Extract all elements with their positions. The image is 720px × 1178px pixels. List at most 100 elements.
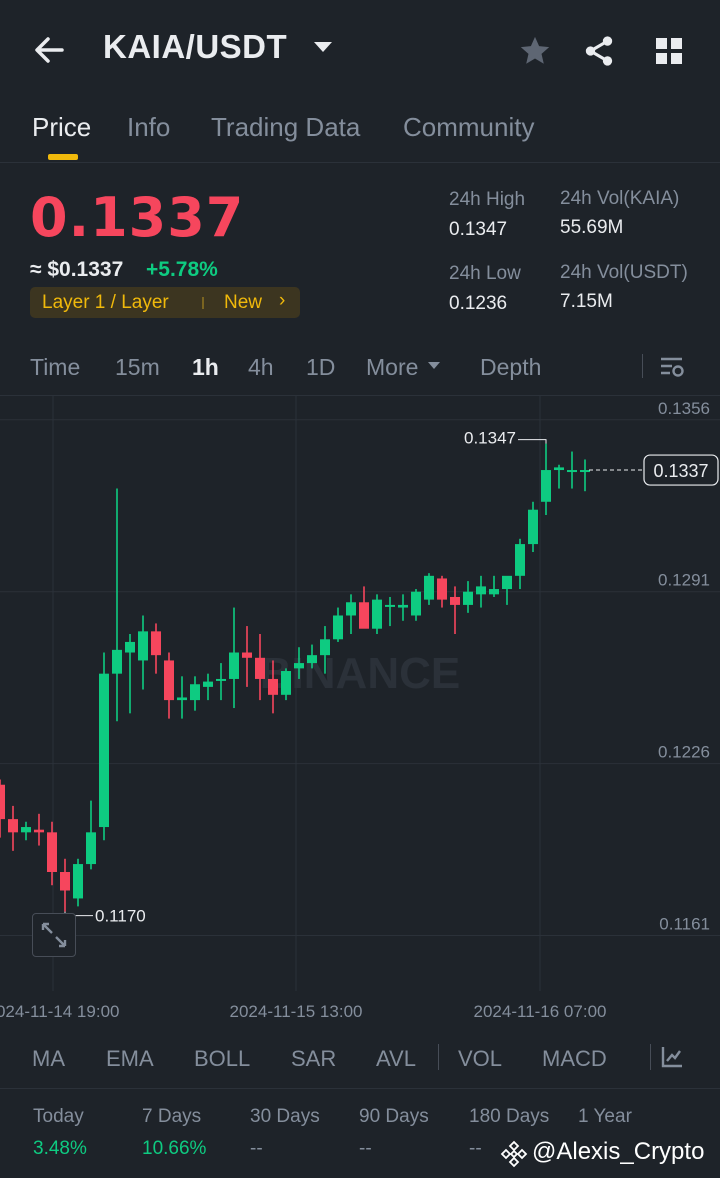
interval-bar: Time 15m 1h 4h 1D More Depth [0,340,720,396]
indicator-macd[interactable]: MACD [542,1046,607,1072]
fullscreen-button[interactable] [32,913,76,957]
tab-bar: Price Info Trading Data Community [0,100,720,163]
indicator-vol[interactable]: VOL [458,1046,502,1072]
share-icon[interactable] [582,34,616,68]
candle-body [0,784,5,820]
high-marker-label: 0.1347 [464,429,516,448]
candle-body [515,544,525,576]
perf-label-30d: 30 Days [250,1106,320,1127]
divider [438,1044,439,1070]
candle-body [320,639,330,656]
x-tick-label: 2024-11-14 19:00 [0,1002,119,1021]
interval-1h[interactable]: 1h [192,354,219,381]
indicator-avl[interactable]: AVL [376,1046,416,1072]
candle-body [359,602,369,629]
candle-body [73,864,83,899]
candle-body [203,681,213,687]
vol-base-label: 24h Vol(KAIA) [560,188,680,209]
high-marker-line [518,439,547,444]
candle-body [346,602,356,616]
candle-body [8,819,18,833]
candle-body [112,649,122,674]
tab-info[interactable]: Info [127,112,170,143]
interval-more[interactable]: More [366,354,418,381]
candle-body [86,832,96,865]
back-arrow-icon[interactable] [30,30,70,70]
x-tick-label: 2024-11-16 07:00 [474,1002,607,1021]
interval-4h[interactable]: 4h [248,354,274,381]
candle-body [60,872,70,891]
tag-divider [202,297,204,309]
divider [650,1044,651,1070]
indicator-ema[interactable]: EMA [106,1046,154,1072]
price-change: +5.78% [146,258,218,281]
candle-body [437,578,447,600]
divider [642,354,643,378]
interval-time[interactable]: Time [30,354,80,381]
candle-body [385,604,395,607]
y-tick-label: 0.1226 [658,743,710,762]
candlestick-chart[interactable]: BINANCE 0.13560.12910.12260.11612024-11-… [0,396,720,1028]
usd-price: ≈ $0.1337 [30,258,124,281]
depth-button[interactable]: Depth [480,354,541,381]
candle-body [567,470,577,473]
active-tab-indicator [48,154,78,160]
candle-body [216,678,226,681]
high-label: 24h High [449,189,526,210]
interval-1d[interactable]: 1D [306,354,335,381]
indicator-bar: MA EMA BOLL SAR AVL VOL MACD [0,1030,720,1089]
current-price-label: 0.1337 [653,461,708,481]
pair-title[interactable]: KAIA/USDT [103,28,287,66]
candle-body [502,575,512,590]
vol-base-value: 55.69M [560,217,624,238]
indicator-sar[interactable]: SAR [291,1046,336,1072]
indicator-settings-icon[interactable] [660,1045,684,1069]
more-caret-icon [428,362,440,369]
low-value: 0.1236 [449,293,508,314]
y-tick-label: 0.1356 [658,399,710,418]
binance-logo-icon [500,1140,528,1168]
candle-body [99,673,109,828]
interval-15m[interactable]: 15m [115,354,160,381]
candle-body [476,586,486,595]
candle-body [255,657,265,679]
perf-label-1y: 1 Year [578,1106,632,1127]
vol-quote-label: 24h Vol(USDT) [560,262,688,283]
candle-body [294,663,304,669]
chart-settings-icon[interactable] [658,353,686,381]
y-tick-label: 0.1291 [658,571,710,590]
tab-price[interactable]: Price [32,112,91,143]
candle-body [242,652,252,658]
expand-icon [41,922,67,948]
perf-value-7d: 10.66% [142,1138,207,1159]
candle-body [528,509,538,545]
candle-body [554,467,564,471]
chevron-right-icon: › [279,290,286,311]
candle-body [229,652,239,679]
candle-body [307,655,317,664]
chart-canvas: BINANCE 0.13560.12910.12260.11612024-11-… [0,396,720,1021]
candle-body [125,641,135,653]
dropdown-caret-icon[interactable] [314,42,332,52]
high-value: 0.1347 [449,219,508,240]
category-tag-label: Layer 1 / Layer [42,292,169,313]
low-label: 24h Low [449,263,521,284]
candle-body [541,470,551,502]
candle-body [281,671,291,695]
indicator-ma[interactable]: MA [32,1046,65,1072]
perf-value-today: 3.48% [33,1138,87,1159]
candle-body [21,827,31,833]
grid-icon[interactable] [654,36,684,66]
perf-label-today: Today [33,1106,84,1127]
indicator-boll[interactable]: BOLL [194,1046,250,1072]
tab-trading-data[interactable]: Trading Data [211,112,360,143]
perf-label-7d: 7 Days [142,1106,202,1127]
candle-body [424,575,434,600]
y-tick-label: 0.1161 [659,914,710,933]
tab-community[interactable]: Community [403,112,534,143]
perf-value-90d: -- [359,1138,372,1159]
perf-label-90d: 90 Days [359,1106,429,1127]
candle-body [398,604,408,608]
star-icon[interactable] [518,34,552,68]
candle-body [268,678,278,695]
